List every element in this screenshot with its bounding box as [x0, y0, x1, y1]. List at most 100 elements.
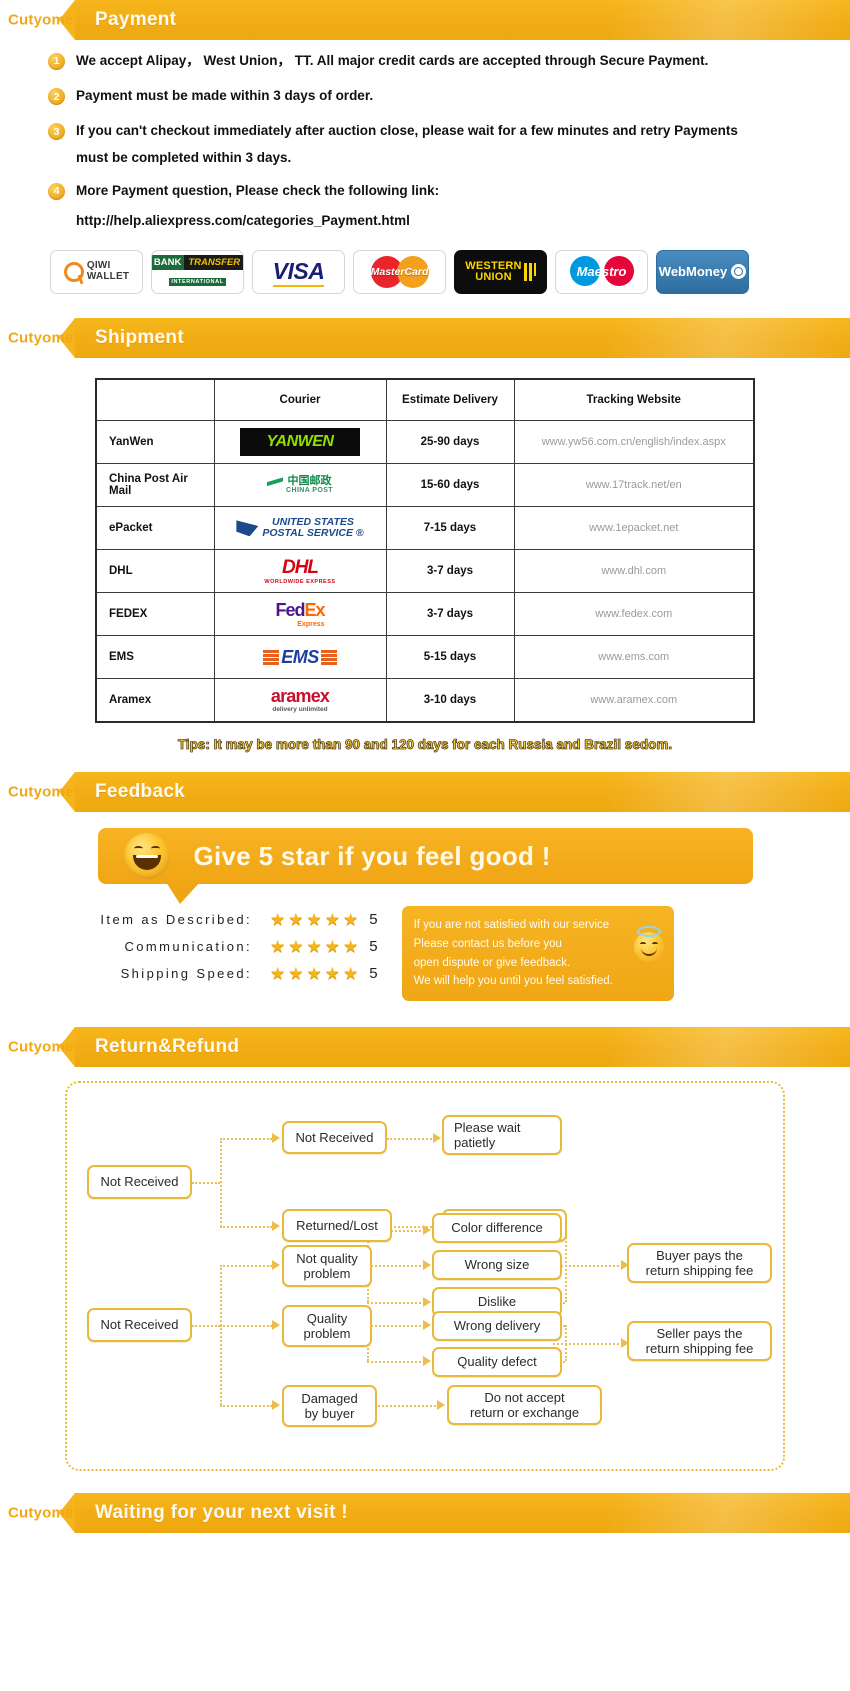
estimate-delivery: 5-15 days [385, 635, 515, 680]
payment-item-text: If you can't checkout immediately after … [76, 123, 738, 139]
flow-node-quality-problem[interactable]: Quality problem [282, 1304, 372, 1347]
section-banner-return-refund: Cutyome Return&Refund [0, 1026, 850, 1067]
tracking-website[interactable]: www.17track.net/en [513, 463, 755, 508]
star-icon: ★ [324, 937, 340, 957]
flow-node-buyer-pays-return-fee[interactable]: Buyer pays the return shipping fee [627, 1242, 772, 1283]
usps-logo: UNITED STATES POSTAL SERVICE ® [236, 517, 364, 540]
table-row: Aramex aramex delivery unlimited 3-10 da… [95, 678, 755, 723]
star-icon: ★ [324, 964, 340, 984]
table-row: DHL DHL WORLDWIDE EXPRESS 3-7 days www.d… [95, 549, 755, 594]
section-title-payment: Payment [95, 9, 177, 30]
courier-logo-cell: FedEx Express [213, 592, 387, 637]
tracking-website[interactable]: www.aramex.com [513, 678, 755, 723]
webmoney-globe-icon [731, 264, 747, 280]
banner-bar [59, 772, 850, 813]
usps-line2: POSTAL SERVICE ® [262, 527, 364, 540]
courier-logo-cell: UNITED STATES POSTAL SERVICE ® [213, 506, 387, 551]
yanwen-wordmark: YANWEN [266, 433, 334, 451]
banner-bar [59, 0, 850, 40]
bank-transfer-line1: BANK [152, 255, 185, 271]
banner-gloss [610, 317, 850, 358]
china-post-wordmark: 中国邮政 [287, 475, 332, 488]
courier-logo-cell: YANWEN [213, 420, 387, 465]
aramex-logo: aramex delivery unlimited [270, 686, 330, 713]
tracking-website[interactable]: www.dhl.com [513, 549, 755, 594]
section-title-return-refund: Return&Refund [95, 1035, 240, 1057]
flow-node-color-difference[interactable]: Color difference [432, 1212, 562, 1243]
courier-logo-cell: aramex delivery unlimited [213, 678, 387, 723]
western-union-logo: WESTERN UNION [454, 249, 547, 294]
fedex-fed: Fed [275, 600, 305, 621]
tracking-website[interactable]: www.ems.com [513, 635, 755, 680]
rating-line: Item as Described: ★ ★ ★ ★ ★ 5 [62, 906, 377, 933]
payment-item: 1 We accept Alipay， West Union， TT. All … [28, 52, 830, 70]
section-title-feedback: Feedback [95, 781, 186, 803]
feedback-callout-bubble: Give 5 star if you feel good ! [97, 828, 753, 905]
section-banner-footer: Cutyome Waiting for your next visit ! [0, 1492, 850, 1533]
return-refund-flow-wrapper: Not Received Not Received Please wait pa… [0, 1067, 850, 1471]
aramex-wordmark: aramex [270, 686, 330, 707]
payment-item-text: More Payment question, Please check the … [76, 182, 440, 198]
qiwi-line1: QIWI [86, 260, 111, 272]
flow-node-returned-lost[interactable]: Returned/Lost [282, 1208, 392, 1242]
flow-node-seller-pays-return-fee[interactable]: Seller pays the return shipping fee [627, 1320, 772, 1361]
flow-node-wrong-delivery[interactable]: Wrong delivery [432, 1310, 562, 1341]
tracking-website[interactable]: www.yw56.com.cn/english/index.aspx [513, 420, 755, 465]
courier-logo-cell: EMS [213, 635, 387, 680]
flow-node-please-wait[interactable]: Please wait patietly [442, 1114, 562, 1155]
flow-node-not-quality-problem[interactable]: Not quality problem [282, 1244, 372, 1287]
china-post-subtext: CHINA POST [286, 487, 333, 495]
satisfaction-line: open dispute or give feedback. [413, 956, 571, 969]
tracking-website[interactable]: www.fedex.com [513, 592, 755, 637]
rating-label: Shipping Speed: [120, 966, 252, 982]
flow-node-damaged-by-buyer[interactable]: Damaged by buyer [282, 1384, 377, 1427]
table-row: ePacket UNITED STATES POSTAL SERVICE ® 7-… [95, 506, 755, 551]
maestro-wordmark: Maestro [576, 264, 627, 280]
footer-title: Waiting for your next visit ! [95, 1501, 348, 1523]
banner-gloss [610, 0, 850, 40]
table-row: EMS EMS 5-15 days www.ems.com [95, 635, 755, 680]
angel-smiley-icon [633, 926, 664, 963]
satisfaction-line: If you are not satisfied with our servic… [413, 919, 610, 932]
flow-node-quality-defect[interactable]: Quality defect [432, 1346, 562, 1377]
section-banner-shipment: Cutyome Shipment [0, 317, 850, 358]
tracking-website[interactable]: www.1epacket.net [513, 506, 755, 551]
star-icon: ★ [306, 964, 322, 984]
star-icon: ★ [324, 910, 340, 930]
flow-node-not-received-2[interactable]: Not Received [282, 1120, 387, 1154]
payment-item: 3 If you can't checkout immediately afte… [28, 122, 830, 141]
flow-node-wrong-size[interactable]: Wrong size [432, 1249, 562, 1280]
shipment-table: Courier Estimate Delivery Tracking Websi… [95, 377, 755, 724]
estimate-delivery: 25-90 days [385, 420, 515, 465]
flow-node-not-received-3[interactable]: Not Received [87, 1307, 192, 1342]
star-rating: ★ ★ ★ ★ ★ [270, 911, 358, 928]
courier-name: YanWen [95, 420, 215, 465]
smiley-face-icon [123, 833, 170, 880]
payment-help-link[interactable]: http://help.aliexpress.com/categories_Pa… [76, 213, 830, 228]
brand-label: Cutyome [8, 11, 74, 29]
courier-name: FEDEX [95, 592, 215, 637]
table-row: YanWen YANWEN 25-90 days www.yw56.com.cn… [95, 420, 755, 465]
ratings-row: Item as Described: ★ ★ ★ ★ ★ 5 Communication… [0, 884, 850, 1001]
estimate-delivery: 3-7 days [385, 549, 515, 594]
mastercard-wordmark: MasterCard [370, 265, 429, 278]
ems-logo: EMS [263, 647, 337, 668]
section-banner-feedback: Cutyome Feedback [0, 772, 850, 813]
flow-node-not-received-1[interactable]: Not Received [87, 1164, 192, 1199]
star-icon: ★ [270, 937, 286, 957]
banner-gloss [610, 1492, 850, 1533]
rating-value: 5 [369, 938, 378, 956]
star-icon: ★ [270, 964, 286, 984]
column-header-blank [95, 378, 215, 422]
courier-logo-cell: DHL WORLDWIDE EXPRESS [213, 549, 387, 594]
rating-line: Communication: ★ ★ ★ ★ ★ 5 [62, 933, 378, 960]
feedback-headline: Give 5 star if you feel good ! [193, 840, 551, 871]
column-header-tracking-website: Tracking Website [513, 378, 755, 422]
flow-node-no-return-exchange[interactable]: Do not accept return or exchange [447, 1384, 602, 1425]
satisfaction-line: We will help you until you feel satisfie… [413, 975, 613, 988]
banner-gloss [610, 1026, 850, 1067]
banner-bar [59, 317, 850, 358]
star-icon: ★ [270, 910, 286, 930]
china-post-logo: 中国邮政 CHINA POST [267, 476, 333, 494]
western-union-bars-icon [523, 262, 536, 281]
